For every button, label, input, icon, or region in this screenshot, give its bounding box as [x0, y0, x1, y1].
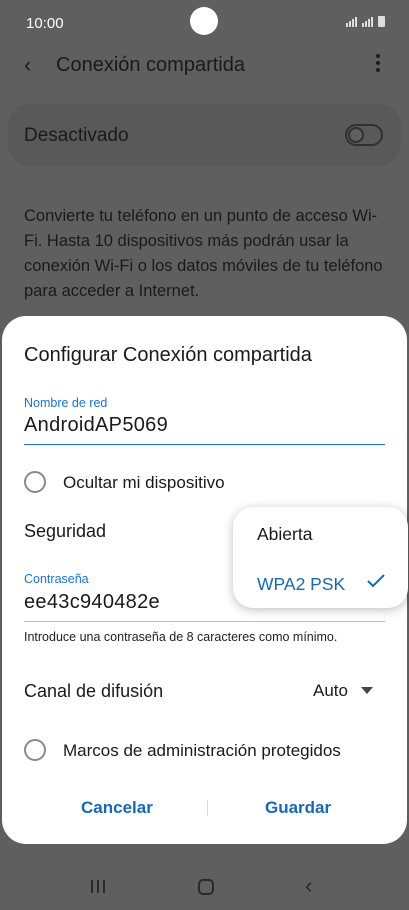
- save-button[interactable]: Guardar: [265, 798, 331, 818]
- app-bar: ‹ Conexión compartida: [0, 46, 409, 86]
- dropdown-arrow-icon[interactable]: [361, 687, 373, 694]
- page-title: Conexión compartida: [56, 54, 245, 76]
- hotspot-toggle-row[interactable]: Desactivado: [8, 104, 401, 166]
- status-bar: 10:00: [0, 0, 409, 46]
- security-option-open[interactable]: Abierta: [257, 524, 312, 545]
- back-icon[interactable]: ‹: [305, 875, 312, 897]
- cancel-button[interactable]: Cancelar: [81, 798, 153, 818]
- password-input[interactable]: ee43c940482e: [24, 591, 160, 614]
- toggle-label: Desactivado: [24, 125, 129, 146]
- hide-device-label[interactable]: Ocultar mi dispositivo: [63, 473, 225, 493]
- dialog-title: Configurar Conexión compartida: [24, 344, 312, 366]
- wifi-signal-icon: [346, 17, 357, 27]
- camera-cutout: [190, 7, 218, 35]
- security-option-wpa2[interactable]: WPA2 PSK: [257, 574, 345, 595]
- password-label: Contraseña: [24, 572, 89, 586]
- password-underline: [24, 621, 385, 622]
- hide-device-checkbox[interactable]: [24, 471, 46, 493]
- network-name-underline: [24, 444, 385, 445]
- button-divider: [207, 800, 208, 816]
- hotspot-switch[interactable]: [345, 124, 383, 146]
- broadcast-channel-label: Canal de difusión: [24, 681, 164, 701]
- status-icons: [346, 16, 385, 27]
- battery-icon: [378, 16, 385, 27]
- recents-icon[interactable]: [91, 880, 105, 893]
- protected-frames-label[interactable]: Marcos de administración protegidos: [63, 741, 341, 761]
- broadcast-channel-select[interactable]: Auto: [313, 681, 348, 701]
- cell-signal-icon: [362, 17, 373, 27]
- network-name-label: Nombre de red: [24, 396, 108, 410]
- switch-knob: [348, 127, 364, 143]
- hotspot-description: Convierte tu teléfono en un punto de acc…: [24, 207, 383, 300]
- network-name-input[interactable]: AndroidAP5069: [24, 414, 168, 437]
- check-icon: [367, 574, 385, 588]
- security-label[interactable]: Seguridad: [24, 521, 106, 542]
- home-icon[interactable]: [198, 879, 214, 895]
- protected-frames-checkbox[interactable]: [24, 739, 46, 761]
- navigation-bar: ‹: [0, 860, 409, 910]
- password-hint: Introduce una contraseña de 8 caracteres…: [24, 630, 338, 644]
- security-dropdown-menu: Abierta WPA2 PSK: [233, 507, 408, 608]
- back-arrow-icon[interactable]: ‹: [24, 54, 31, 76]
- more-options-icon[interactable]: [375, 54, 381, 74]
- status-time: 10:00: [26, 15, 64, 32]
